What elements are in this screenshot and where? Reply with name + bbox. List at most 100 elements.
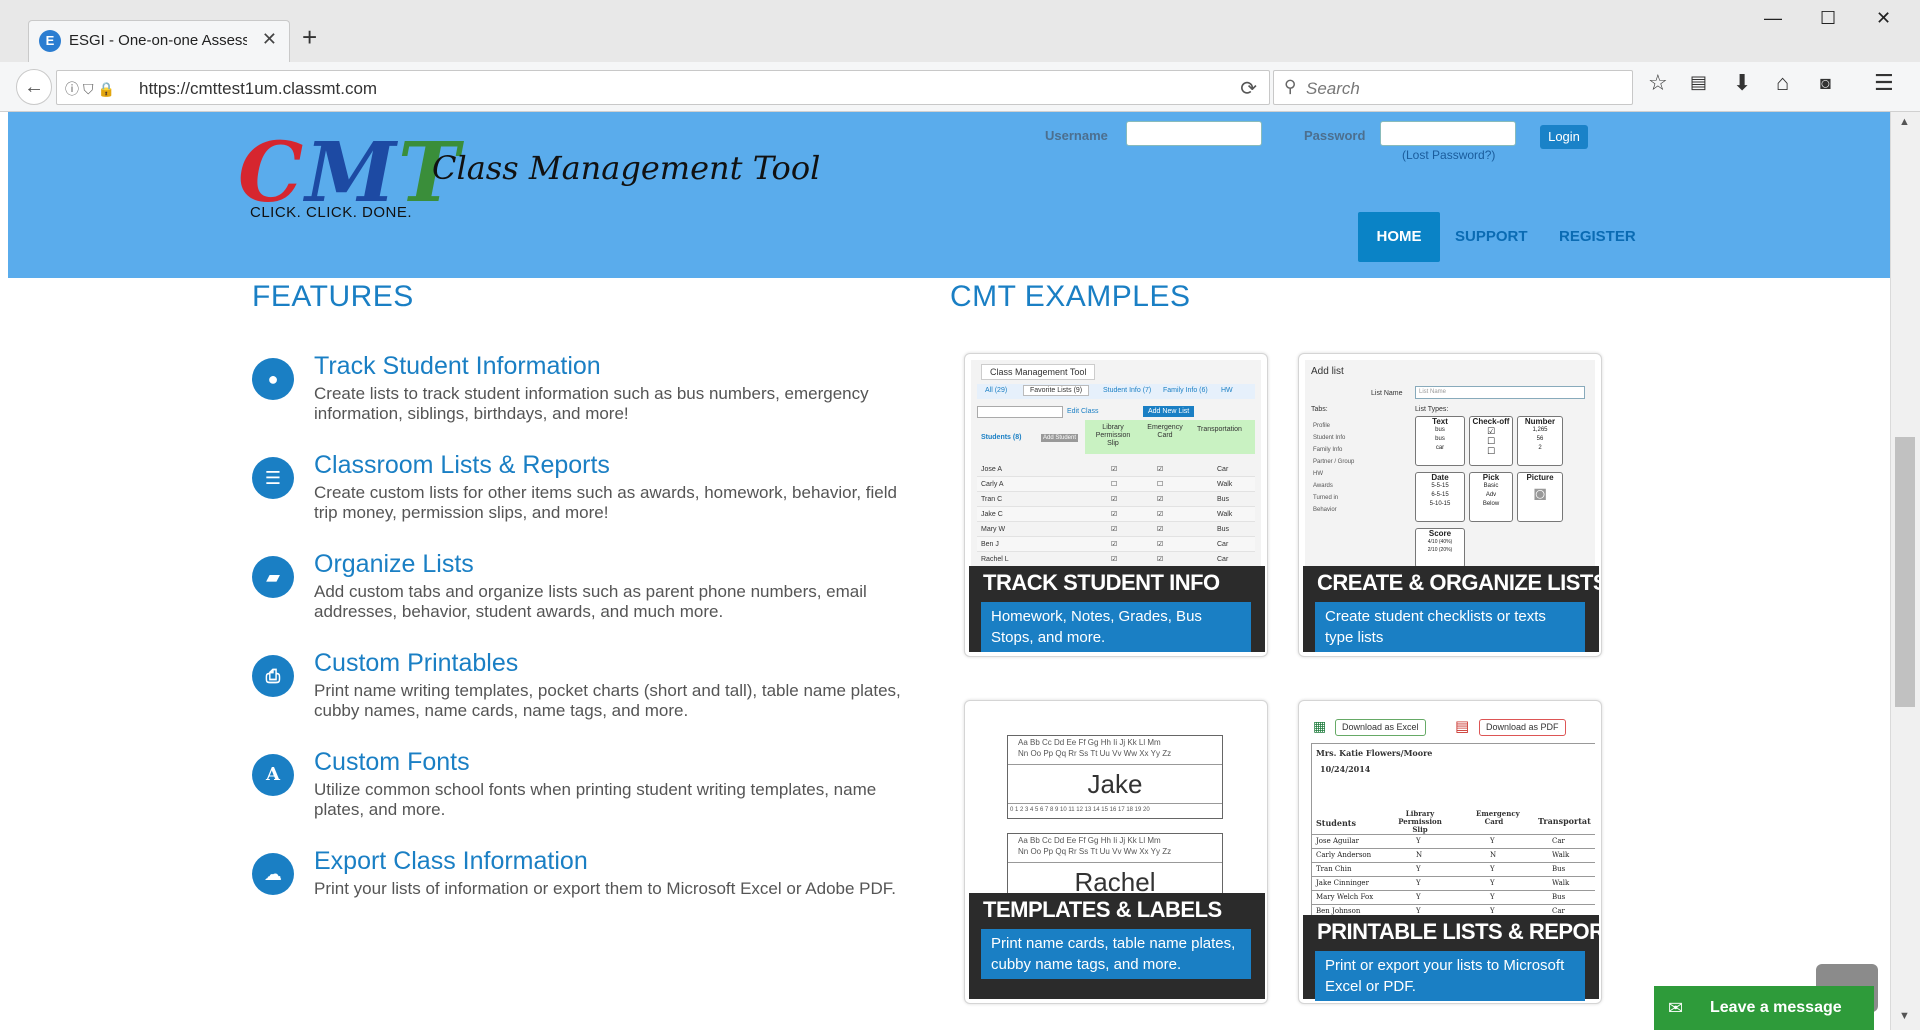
mini-val: 2 (1538, 445, 1542, 451)
feature-title[interactable]: Custom Printables (314, 649, 518, 678)
mini-edit-class: Edit Class (1067, 408, 1099, 415)
mini-tab: All (29) (985, 387, 1008, 394)
minimize-icon[interactable]: — (1764, 8, 1782, 29)
mini-val: Below (1482, 501, 1500, 507)
scroll-down-icon[interactable]: ▼ (1899, 1010, 1910, 1022)
scroll-up-icon[interactable]: ▲ (1899, 116, 1910, 128)
feature-title[interactable]: Custom Fonts (314, 748, 470, 777)
maximize-icon[interactable]: ☐ (1820, 8, 1836, 29)
web-page: CMT Class Management Tool CLICK. CLICK. … (8, 112, 1890, 1030)
mini-type-picture: Picture ◙ (1517, 472, 1563, 522)
mini-label: List Name (1371, 390, 1403, 397)
feature-title[interactable]: Organize Lists (314, 550, 474, 579)
mini-alphabet: Nn Oo Pp Qq Rr Ss Tt Uu Vv Ww Xx Yy Zz (1018, 749, 1172, 758)
example-card-track-student-info[interactable]: Class Management Tool All (29) Favorite … (964, 353, 1268, 657)
nav-support[interactable]: SUPPORT (1455, 228, 1528, 245)
page-scrollbar[interactable]: ▲ ▼ (1890, 112, 1920, 1030)
check-icon: ☑ (1157, 526, 1164, 533)
browser-tab[interactable]: E ESGI - One-on-one Assessm ✕ (28, 20, 290, 62)
user-icon: ● (252, 358, 294, 400)
mini-student: Mary W (981, 526, 1006, 533)
mini-cell: Ben Johnson (1316, 907, 1361, 915)
mini-col: Students (1316, 818, 1356, 828)
mini-heading: Add list (1311, 366, 1344, 377)
mini-tab-option: Family Info (1313, 447, 1343, 453)
printer-icon: ⎙ (252, 655, 294, 697)
mini-row: Jose A ☑ ☑ Car (977, 462, 1255, 477)
username-label: Username (1045, 128, 1108, 143)
nav-home[interactable]: HOME (1358, 212, 1440, 262)
menu-icon[interactable]: ☰ (1874, 70, 1894, 96)
mini-transport: Walk (1217, 511, 1233, 518)
mini-student: Carly A (981, 481, 1004, 488)
mini-cell: Car (1552, 837, 1565, 845)
mini-add-student: Add Student (1041, 434, 1079, 442)
mini-transport: Bus (1217, 496, 1230, 503)
mini-cell: Y (1416, 837, 1421, 845)
feature-title[interactable]: Track Student Information (314, 352, 601, 381)
tab-close-icon[interactable]: ✕ (262, 29, 277, 50)
scroll-thumb[interactable] (1895, 437, 1915, 707)
reading-list-icon[interactable]: ▤ (1690, 72, 1707, 93)
mini-row: Ben J ☑ ☑ Car (977, 537, 1255, 552)
example-card-templates-labels[interactable]: Aa Bb Cc Dd Ee Ff Gg Hh Ii Jj Kk Ll Mm N… (964, 700, 1268, 1004)
mini-tab-option: Awards (1313, 483, 1333, 489)
card-overlay: TRACK STUDENT INFO Homework, Notes, Grad… (969, 566, 1265, 652)
nav-register[interactable]: REGISTER (1559, 228, 1636, 245)
mini-date: 10/24/2014 (1320, 764, 1371, 774)
mini-row: Jake C ☑ ☑ Walk (977, 507, 1255, 522)
envelope-icon: ✉ (1668, 998, 1684, 1018)
back-arrow-icon[interactable]: ← (16, 69, 52, 105)
mini-transport: Car (1217, 541, 1229, 548)
mini-row: Jose Aguilar Y Y Car (1312, 834, 1595, 848)
search-icon: ⚲ (1284, 77, 1297, 96)
feature-title[interactable]: Export Class Information (314, 847, 588, 876)
mini-tab-option: Partner / Group (1313, 459, 1355, 465)
mini-tab-option: Turned in (1313, 495, 1339, 501)
check-icon: ☑ (1157, 511, 1164, 518)
feature-desc: Create custom lists for other items such… (314, 483, 897, 522)
mini-type-label: Text (1432, 417, 1448, 426)
features-heading: FEATURES (252, 280, 414, 313)
reload-icon[interactable]: ⟳ (1240, 76, 1257, 101)
mini-val: bus (1435, 436, 1445, 442)
site-info-icon[interactable]: ⓘ⛉🔒 (65, 79, 119, 99)
new-tab-icon[interactable]: + (302, 22, 317, 53)
mini-col: Transportat (1538, 816, 1591, 826)
checkbox-icon: ☐ (1111, 481, 1118, 488)
feature-title[interactable]: Classroom Lists & Reports (314, 451, 610, 480)
mini-cell: N (1490, 851, 1497, 859)
mini-cell: Y (1490, 837, 1495, 845)
mini-row: Rachel L ☑ ☑ Car (977, 552, 1255, 567)
mini-col: Emergency Card (1476, 809, 1520, 826)
url-bar[interactable]: ⓘ⛉🔒 https://cmttest1um.classmt.com ⟳ (56, 70, 1270, 105)
home-icon[interactable]: ⌂ (1776, 70, 1789, 96)
username-input[interactable] (1126, 121, 1262, 146)
mini-transport: Car (1217, 556, 1229, 563)
password-input[interactable] (1380, 121, 1516, 146)
mini-type-number: Number 1,265 56 2 (1517, 416, 1563, 466)
bookmark-star-icon[interactable]: ☆ (1648, 70, 1668, 96)
window-close-icon[interactable]: ✕ (1876, 8, 1891, 29)
feature-desc: Create lists to track student informatio… (314, 384, 869, 423)
mini-pdf-button: Download as PDF (1479, 719, 1566, 736)
search-input[interactable]: ⚲ Search (1273, 70, 1633, 105)
mini-cell: Y (1416, 907, 1421, 915)
mini-app-tab: Class Management Tool (981, 364, 1096, 380)
lost-password-link[interactable]: (Lost Password?) (1402, 148, 1495, 162)
check-icon: ☑ (1157, 496, 1164, 503)
login-button[interactable]: Login (1540, 125, 1588, 149)
example-card-create-organize-lists[interactable]: Add list List Name List Name Tabs: List … (1298, 353, 1602, 657)
mini-cell: Y (1416, 865, 1421, 873)
card-caption: Print name cards, table name plates, cub… (981, 929, 1251, 979)
mini-type-label: Date (1431, 473, 1449, 482)
url-text[interactable]: https://cmttest1um.classmt.com (139, 79, 377, 99)
download-icon[interactable]: ⬇ (1733, 70, 1751, 96)
leave-message-button[interactable]: ✉ Leave a message (1654, 986, 1874, 1030)
pocket-icon[interactable]: ◙ (1820, 73, 1831, 94)
app-name: Class Management Tool (432, 149, 821, 187)
mini-cell: Tran Chin (1316, 865, 1352, 873)
example-card-printable-lists[interactable]: ▦ Download as Excel ▤ Download as PDF Mr… (1298, 700, 1602, 1004)
mini-cell: Y (1490, 907, 1495, 915)
mini-cell: Car (1552, 907, 1565, 915)
